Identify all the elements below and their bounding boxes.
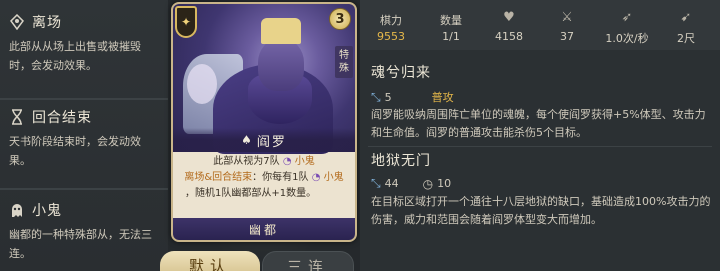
faction-badge-icon: ✦: [175, 6, 197, 38]
range-icon: ⤡: [371, 176, 381, 190]
trigger-keyword: 离场&回合结束: [184, 172, 253, 183]
triple-button[interactable]: 三连: [262, 251, 354, 271]
card-name: 阎罗: [256, 134, 287, 150]
stat-value: 1.0次/秒: [605, 32, 649, 45]
stat-count: 数量 1/1: [422, 0, 480, 50]
keyword-round-end: 回合结束 天书阶段结束时，会发动效果。: [0, 106, 168, 170]
keyword-title: 回合结束: [32, 110, 92, 126]
stats-panel: 棋力 9553 数量 1/1 ♥ 4158 ⚔ 37 ➶ 1.0次/秒 ➹ 2尺…: [360, 0, 720, 271]
stats-header: 棋力 9553 数量 1/1 ♥ 4158 ⚔ 37 ➶ 1.0次/秒 ➹ 2尺: [360, 0, 720, 50]
faction-label: 幽都: [248, 222, 279, 237]
leave-icon: [6, 11, 28, 33]
divider: [0, 98, 168, 100]
range-icon: ➹: [680, 10, 692, 25]
keyword-desc: 天书阶段结束时，会发动效果。: [9, 135, 141, 167]
stat-attack: ⚔ 37: [538, 0, 596, 50]
heart-icon: ♥: [503, 10, 515, 25]
skill-cooldown: 10: [437, 177, 452, 190]
minion-icon: ◔: [311, 172, 321, 183]
hourglass-icon: [6, 106, 28, 128]
skill-desc: 阎罗能吸纳周围阵亡单位的魂魄，每个使阎罗获得+5%体型、攻击力和生命值。阎罗的普…: [371, 108, 706, 139]
skill-title: 魂兮归来: [371, 65, 431, 81]
skill-desc: 在目标区域打开一个通往十八层地狱的缺口，基础造成100%攻击力的伤害，威力和范围…: [371, 195, 711, 226]
effect-text: ，随机1队幽都部从+1数量。: [185, 188, 317, 199]
keyword-minion: 小鬼 幽都的一种特殊部从，无法三连。: [0, 199, 168, 263]
stat-value: 9553: [377, 30, 405, 43]
minion-icon: ◔: [282, 156, 292, 167]
card-name-bar: ♠ 阎罗: [173, 128, 355, 152]
effect-text: 此部从视为7队: [213, 156, 280, 167]
divider: [368, 146, 712, 147]
stat-power: 棋力 9553: [360, 0, 422, 50]
skill-range: 5: [384, 90, 392, 104]
attack-icon: ⚔: [561, 10, 573, 25]
stat-hp: ♥ 4158: [480, 0, 538, 50]
skill-tag: 普攻: [431, 91, 454, 104]
stat-value: 1/1: [442, 30, 460, 43]
keyword-desc: 幽都的一种特殊部从，无法三连。: [9, 228, 152, 260]
cost-badge: 3: [329, 8, 351, 30]
unit-card[interactable]: ✦ 3 特殊 ♠ 阎罗 此部从视为7队 ◔ 小鬼 离场&回合结束：你每有1队 ◔…: [171, 2, 357, 242]
stat-label: 棋力: [380, 14, 402, 27]
effect-text: ：你每有1队: [252, 172, 309, 183]
skill-title: 地狱无门: [371, 153, 431, 169]
divider: [0, 188, 168, 190]
stat-value: 4158: [495, 30, 523, 43]
keyword-leave: 离场 此部从从场上出售或被摧毁时，会发动效果。: [0, 11, 168, 75]
special-tag: 特殊: [335, 46, 353, 78]
ghost-icon: ♠: [241, 133, 252, 147]
keyword-panel: 离场 此部从从场上出售或被摧毁时，会发动效果。 回合结束 天书阶段结束时，会发动…: [0, 0, 168, 271]
default-button[interactable]: 默认: [160, 251, 260, 271]
skill-range: 44: [384, 177, 399, 190]
range-icon: ⤡: [371, 89, 381, 104]
speed-icon: ➶: [621, 10, 633, 25]
keyword-title: 离场: [32, 15, 62, 31]
clock-icon: ◷: [422, 176, 434, 191]
stat-label: 数量: [440, 14, 462, 27]
skill-meta: ⤡ 5 普攻: [371, 89, 454, 105]
stat-value: 37: [560, 30, 574, 43]
keyword-title: 小鬼: [32, 203, 62, 219]
stat-value: 2尺: [677, 32, 695, 45]
minion-keyword: 小鬼: [294, 156, 315, 167]
skill-meta: ⤡ 44 ◷ 10: [371, 176, 451, 191]
stat-speed: ➶ 1.0次/秒: [596, 0, 658, 50]
card-faction-footer: 幽都: [173, 218, 355, 240]
minion-keyword: 小鬼: [323, 172, 344, 183]
card-effect-text: 此部从视为7队 ◔ 小鬼 离场&回合结束：你每有1队 ◔ 小鬼 ，随机1队幽都部…: [179, 154, 349, 202]
stat-range: ➹ 2尺: [658, 0, 714, 50]
ghost-icon: [6, 199, 28, 221]
keyword-desc: 此部从从场上出售或被摧毁时，会发动效果。: [9, 40, 141, 72]
